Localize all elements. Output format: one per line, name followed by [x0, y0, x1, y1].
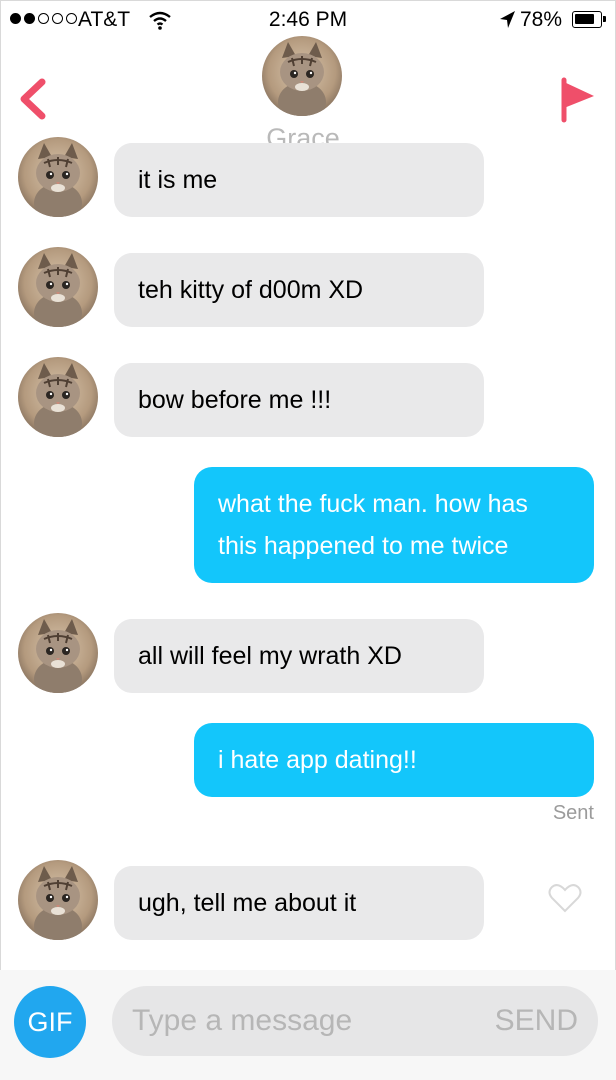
sender-avatar[interactable] — [18, 137, 98, 217]
gif-button[interactable]: GIF — [14, 986, 86, 1058]
sender-avatar[interactable] — [18, 860, 98, 940]
incoming-message[interactable]: bow before me !!! — [114, 363, 484, 437]
sent-status: Sent — [552, 802, 594, 824]
message-text: i hate app dating!! — [218, 746, 417, 774]
outgoing-message[interactable]: i hate app dating!! — [194, 723, 594, 797]
like-heart-icon[interactable] — [548, 882, 582, 914]
sender-avatar[interactable] — [18, 613, 98, 693]
message-composer: GIF SEND — [0, 970, 616, 1080]
message-list[interactable]: it is me teh kitty of d00m XD bow before… — [0, 0, 616, 970]
outgoing-message[interactable]: what the fuck man. how has this happened… — [194, 467, 594, 583]
message-input-container[interactable]: SEND — [112, 986, 598, 1056]
sender-avatar[interactable] — [18, 247, 98, 327]
message-text: this happened to me twice — [218, 532, 509, 560]
message-text: teh kitty of d00m XD — [138, 276, 364, 304]
sender-avatar[interactable] — [18, 357, 98, 437]
incoming-message[interactable]: it is me — [114, 143, 484, 217]
message-text: all will feel my wrath XD — [138, 642, 402, 670]
message-input[interactable] — [132, 986, 452, 1056]
message-text: ugh, tell me about it — [138, 889, 357, 917]
message-text: it is me — [138, 166, 218, 194]
message-text: bow before me !!! — [138, 386, 332, 414]
message-text: what the fuck man. how has — [218, 490, 528, 518]
incoming-message[interactable]: teh kitty of d00m XD — [114, 253, 484, 327]
send-button[interactable]: SEND — [488, 986, 578, 1056]
incoming-message[interactable]: ugh, tell me about it — [114, 866, 484, 940]
incoming-message[interactable]: all will feel my wrath XD — [114, 619, 484, 693]
